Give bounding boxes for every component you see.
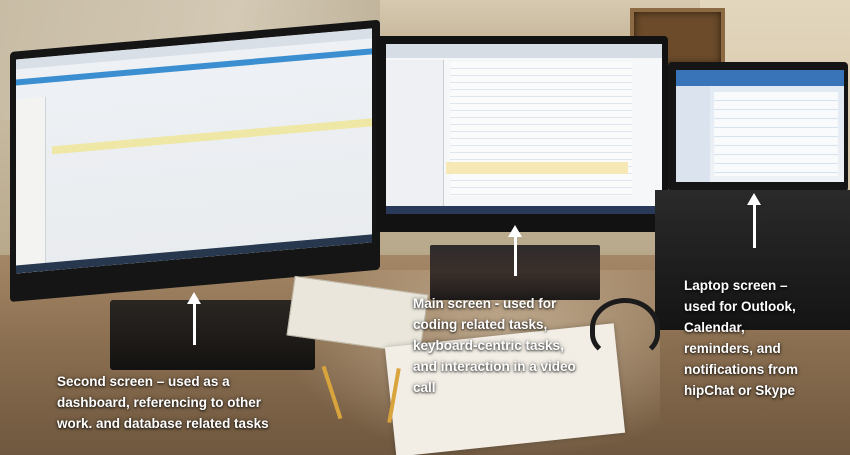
calendar-grid xyxy=(714,92,838,176)
main-monitor xyxy=(376,36,668,232)
router-box xyxy=(110,300,315,370)
project-tree xyxy=(386,60,444,206)
arrow-up-icon xyxy=(508,225,522,276)
code-editor xyxy=(450,62,632,196)
laptop-screen-caption: Laptop screen – used for Outlook, Calend… xyxy=(684,278,798,398)
taskbar xyxy=(386,206,662,214)
dashboard-sidebar xyxy=(16,96,46,274)
laptop-screen-display xyxy=(676,70,844,182)
ide-toolbar xyxy=(386,44,662,58)
second-screen-caption: Second screen – used as a dashboard, ref… xyxy=(57,374,269,431)
second-monitor-screen xyxy=(16,28,372,274)
arrow-up-icon xyxy=(187,292,201,345)
highlighted-code-line xyxy=(446,162,628,174)
outlook-nav-panel xyxy=(676,86,710,182)
taskbar xyxy=(16,234,372,274)
second-monitor xyxy=(10,19,380,303)
outlook-ribbon xyxy=(676,70,844,86)
main-screen-caption: Main screen - used for coding related ta… xyxy=(413,296,576,395)
laptop-screen xyxy=(668,62,848,192)
arrow-up-icon xyxy=(747,193,761,248)
workspace-photo: Second screen – used as a dashboard, ref… xyxy=(0,0,850,455)
main-monitor-screen xyxy=(386,44,662,214)
highlighted-row xyxy=(52,118,372,155)
